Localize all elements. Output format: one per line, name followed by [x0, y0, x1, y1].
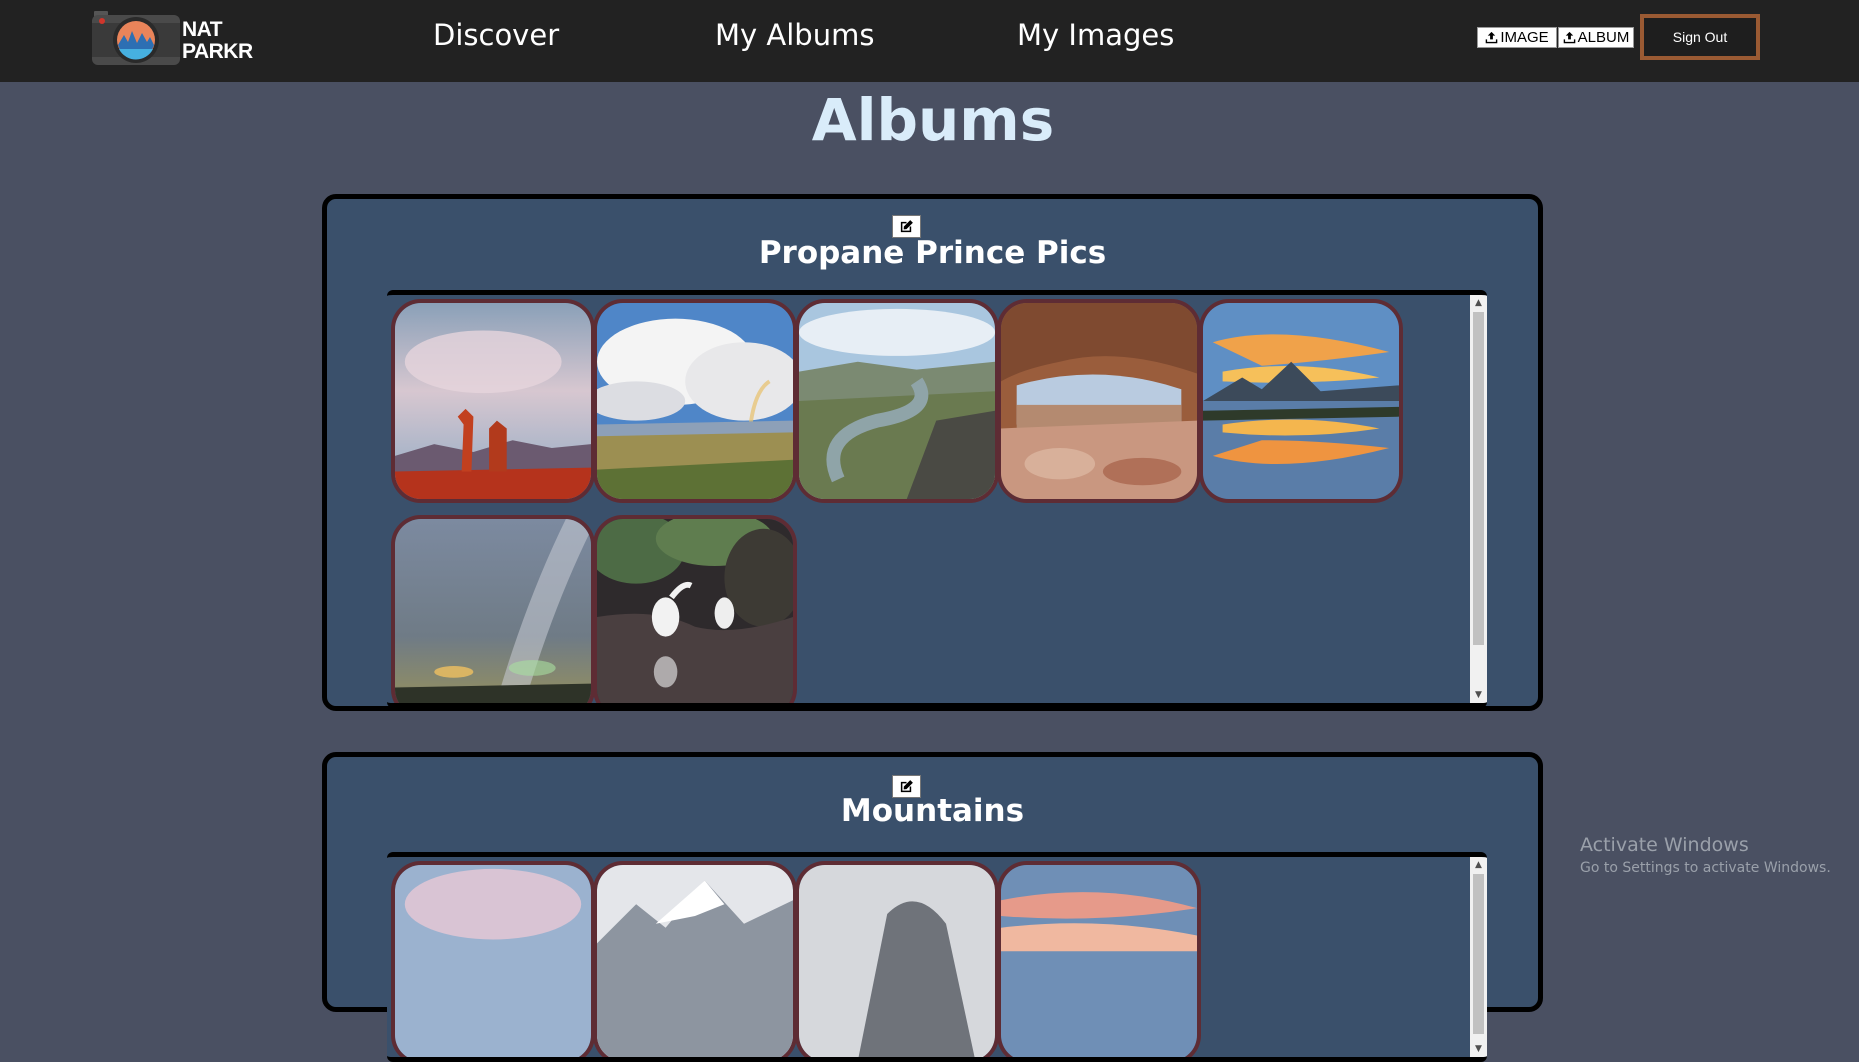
photo-river-canyon[interactable]	[795, 299, 999, 503]
upload-image-label: IMAGE	[1500, 29, 1549, 46]
upload-album-label: ALBUM	[1577, 29, 1630, 46]
windows-activation-watermark: Activate Windows Go to Settings to activ…	[1580, 834, 1831, 876]
page-title: Albums	[811, 86, 1055, 154]
scroll-down-icon[interactable]: ▼	[1470, 687, 1487, 703]
album-title: Mountains	[840, 793, 1025, 829]
photo-egrets[interactable]	[593, 515, 797, 703]
scroll-up-icon[interactable]: ▲	[1470, 857, 1487, 873]
photo-granite-dome[interactable]	[795, 861, 999, 1057]
logo-line-1: NAT	[182, 18, 223, 41]
photo-red-rock-sunset[interactable]	[391, 861, 595, 1057]
upload-album-button[interactable]: ALBUM	[1558, 27, 1634, 48]
watermark-subtitle: Go to Settings to activate Windows.	[1580, 860, 1831, 876]
sign-out-button[interactable]: Sign Out	[1640, 14, 1760, 60]
scrollbar-thumb[interactable]	[1473, 874, 1484, 1034]
upload-icon	[1486, 31, 1498, 44]
album-title: Propane Prince Pics	[758, 235, 1107, 271]
album-gallery[interactable]: ▲ ▼	[387, 290, 1487, 708]
nav-discover[interactable]: Discover	[433, 18, 559, 52]
album-card: Mountains ▲ ▼	[322, 752, 1543, 1062]
edit-icon	[900, 220, 913, 233]
photo-milky-way[interactable]	[391, 515, 595, 703]
photo-rainbow-valley[interactable]	[593, 299, 797, 503]
gallery-scrollbar[interactable]: ▲ ▼	[1470, 857, 1487, 1057]
scroll-up-icon[interactable]: ▲	[1470, 295, 1487, 311]
nav-my-albums[interactable]: My Albums	[715, 18, 874, 52]
edit-icon	[900, 780, 913, 793]
gallery-scrollbar[interactable]: ▲ ▼	[1470, 295, 1487, 703]
natparkr-logo[interactable]: NAT PARKR	[92, 7, 253, 67]
upload-image-button[interactable]: IMAGE	[1477, 27, 1557, 48]
watermark-title: Activate Windows	[1580, 834, 1749, 856]
photo-lake-sunset[interactable]	[1199, 299, 1403, 503]
nav-my-images[interactable]: My Images	[1017, 18, 1174, 52]
photo-snowy-peaks[interactable]	[593, 861, 797, 1057]
camera-logo-icon	[92, 11, 180, 65]
upload-icon	[1563, 31, 1575, 44]
album-gallery[interactable]: ▲ ▼	[387, 852, 1487, 1062]
photo-balanced-rock[interactable]	[391, 299, 595, 503]
logo-line-2: PARKR	[182, 40, 253, 63]
photo-pink-sunset[interactable]	[997, 861, 1201, 1057]
logo-wordmark: NAT PARKR	[182, 19, 253, 63]
scroll-down-icon[interactable]: ▼	[1470, 1041, 1487, 1057]
scrollbar-thumb[interactable]	[1473, 312, 1484, 645]
album-card: Propane Prince Pics ▲ ▼	[322, 194, 1543, 711]
top-navbar: NAT PARKR Discover My Albums My Images I…	[0, 0, 1859, 82]
photo-mesa-arch[interactable]	[997, 299, 1201, 503]
